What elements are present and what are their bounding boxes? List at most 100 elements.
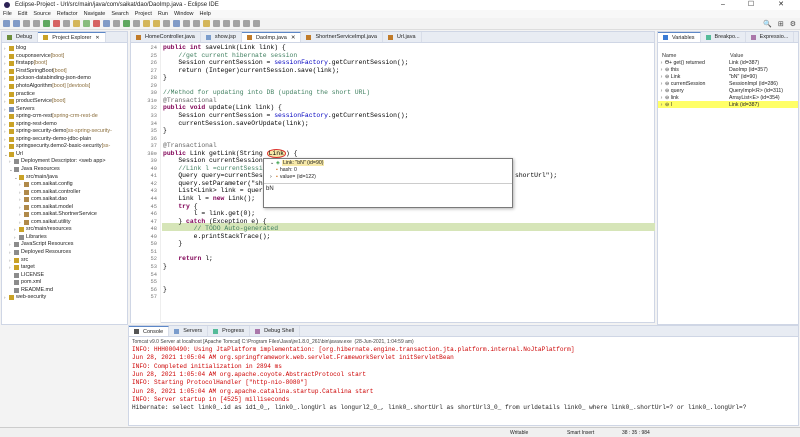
close-button[interactable]: ✕ <box>770 0 792 10</box>
minimize-button[interactable]: – <box>712 0 734 10</box>
console-tab[interactable]: Progress <box>208 326 251 336</box>
expand-twisty-icon[interactable]: › <box>658 95 665 101</box>
toolbar-button-icon[interactable] <box>73 20 80 27</box>
expand-twisty-icon[interactable]: › <box>658 102 665 108</box>
tree-item[interactable]: › Libraries <box>4 234 127 242</box>
expand-twisty-icon[interactable]: › <box>658 74 665 80</box>
tree-item[interactable]: › spring-security-demo [ss-spring-securit… <box>4 128 127 136</box>
close-tab-icon[interactable]: ✕ <box>291 35 296 41</box>
tree-item[interactable]: › com.saikat.model <box>4 203 127 211</box>
menu-window[interactable]: Window <box>174 11 194 17</box>
debug-hover-popup[interactable]: ⌄ ◈ Link: "bN" (id=90) ▪ hash: 0 › ▪ value= (id… <box>263 158 513 208</box>
toolbar-button-icon[interactable] <box>93 20 100 27</box>
tree-item[interactable]: › practice <box>4 90 127 98</box>
menu-project[interactable]: Project <box>135 11 152 17</box>
tab-project-explorer[interactable]: Project Explorer ✕ <box>38 32 106 42</box>
hover-tree-row[interactable]: ⌄ ◈ Link: "bN" (id=90) <box>264 159 512 166</box>
toolbar-button-icon[interactable] <box>133 20 140 27</box>
toolbar-button-icon[interactable] <box>243 20 250 27</box>
toolbar-button-icon[interactable] <box>183 20 190 27</box>
toolbar-button-icon[interactable] <box>63 20 70 27</box>
settings-icon[interactable]: ⚙ <box>790 20 796 28</box>
editor-tab[interactable]: DaoImp.java ✕ <box>241 32 302 42</box>
menu-search[interactable]: Search <box>111 11 128 17</box>
tree-item[interactable]: › spring-rest-demo <box>4 120 127 128</box>
menu-file[interactable]: File <box>3 11 12 17</box>
toolbar-button-icon[interactable] <box>253 20 260 27</box>
tree-item[interactable]: › JavaScript Resources <box>4 241 127 249</box>
variable-row[interactable]: › ⊖ l Link (id=387) <box>658 101 798 108</box>
console-tab[interactable]: Debug Shell <box>250 326 301 336</box>
variable-row[interactable]: › Ɵ+ get() returned Link (id=387) <box>658 60 798 67</box>
menu-help[interactable]: Help <box>200 11 211 17</box>
toolbar-button-icon[interactable] <box>143 20 150 27</box>
toolbar-button-icon[interactable] <box>163 20 170 27</box>
toolbar-button-icon[interactable] <box>123 20 130 27</box>
variable-row[interactable]: › ⊖ currentSession SessionImpl (id=286) <box>658 81 798 88</box>
editor-tab[interactable]: HomeController.java <box>131 32 201 42</box>
toolbar-button-icon[interactable] <box>153 20 160 27</box>
close-tab-icon[interactable]: ✕ <box>95 35 99 41</box>
tab-debug[interactable]: Debug <box>2 32 39 42</box>
tree-item[interactable]: › com.saikat.utility <box>4 219 127 227</box>
open-perspective-icon[interactable]: ⊞ <box>778 20 784 28</box>
tree-item[interactable]: › springsecurity.demo2-basic-security [ss… <box>4 143 127 151</box>
tree-item[interactable]: › src <box>4 256 127 264</box>
menu-refactor[interactable]: Refactor <box>57 11 78 17</box>
tree-item[interactable]: › productService [boot] <box>4 98 127 106</box>
tree-item[interactable]: › com.saikat.dao <box>4 196 127 204</box>
toolbar-button-icon[interactable] <box>23 20 30 27</box>
toolbar-button-icon[interactable] <box>3 20 10 27</box>
tree-item[interactable]: › FirstSpringBoot [boot] <box>4 68 127 76</box>
tree-item[interactable]: ⌄ Java Resources <box>4 166 127 174</box>
menu-source[interactable]: Source <box>33 11 50 17</box>
maximize-button[interactable]: ☐ <box>740 0 762 10</box>
tree-item[interactable]: › com.saikat.controller <box>4 188 127 196</box>
menu-navigate[interactable]: Navigate <box>84 11 106 17</box>
editor-tab[interactable]: Url.java <box>383 32 422 42</box>
editor-tab[interactable]: show.jsp <box>201 32 242 42</box>
toolbar-button-icon[interactable] <box>203 20 210 27</box>
toolbar-button-icon[interactable] <box>83 20 90 27</box>
menu-run[interactable]: Run <box>158 11 168 17</box>
variable-row[interactable]: › ⊖ Link "bN" (id=90) <box>658 74 798 81</box>
expand-twisty-icon[interactable]: › <box>658 81 665 87</box>
expand-twisty-icon[interactable]: › <box>658 60 665 66</box>
tree-item[interactable]: › blog <box>4 45 127 53</box>
right-tab[interactable]: Breakpo... <box>701 32 746 42</box>
right-tab[interactable]: Variables <box>658 32 701 42</box>
tree-item[interactable]: README.md <box>4 287 127 295</box>
hover-tree-row[interactable]: › ▪ value= (id=122) <box>264 173 512 180</box>
toolbar-button-icon[interactable] <box>113 20 120 27</box>
hover-tree-row[interactable]: ▪ hash: 0 <box>264 166 512 173</box>
editor-tab[interactable]: ShortnerServiceImpl.java <box>301 32 383 42</box>
expand-twisty-icon[interactable]: › <box>658 88 665 94</box>
tree-item[interactable]: › Servers <box>4 105 127 113</box>
tree-item[interactable]: › couponservice [boot] <box>4 53 127 61</box>
tree-item[interactable]: › com.saikat.ShortnerService <box>4 211 127 219</box>
tree-item[interactable]: › web-security <box>4 294 127 302</box>
menu-edit[interactable]: Edit <box>18 11 27 17</box>
toolbar-button-icon[interactable] <box>33 20 40 27</box>
toolbar-button-icon[interactable] <box>173 20 180 27</box>
toolbar-button-icon[interactable] <box>43 20 50 27</box>
tree-item[interactable]: › src/main/resources <box>4 226 127 234</box>
toolbar-button-icon[interactable] <box>103 20 110 27</box>
tree-item[interactable]: › target <box>4 264 127 272</box>
tree-item[interactable]: › Deployment Descriptor: <web app> <box>4 158 127 166</box>
tree-item[interactable]: › firstapp [boot] <box>4 60 127 68</box>
console-tab[interactable]: Servers <box>169 326 209 336</box>
search-icon[interactable]: 🔍 <box>763 20 772 28</box>
toolbar-button-icon[interactable] <box>13 20 20 27</box>
tree-item[interactable]: LICENSE <box>4 271 127 279</box>
tree-item[interactable]: › jackson-databinding-json-demo <box>4 75 127 83</box>
toolbar-button-icon[interactable] <box>213 20 220 27</box>
variable-row[interactable]: › ⊖ query QueryImpl<R> (id=311) <box>658 87 798 94</box>
tree-item[interactable]: ⌄ src/main/java <box>4 173 127 181</box>
tree-item[interactable]: › spring-security-demo-jdbc-plain <box>4 136 127 144</box>
tree-item[interactable]: ⌄ Url <box>4 151 127 159</box>
toolbar-button-icon[interactable] <box>53 20 60 27</box>
tree-item[interactable]: › spring-crm-rest [spring-crm-rest-de <box>4 113 127 121</box>
toolbar-button-icon[interactable] <box>223 20 230 27</box>
variable-row[interactable]: › ⊖ this DaoImp (id=357) <box>658 67 798 74</box>
